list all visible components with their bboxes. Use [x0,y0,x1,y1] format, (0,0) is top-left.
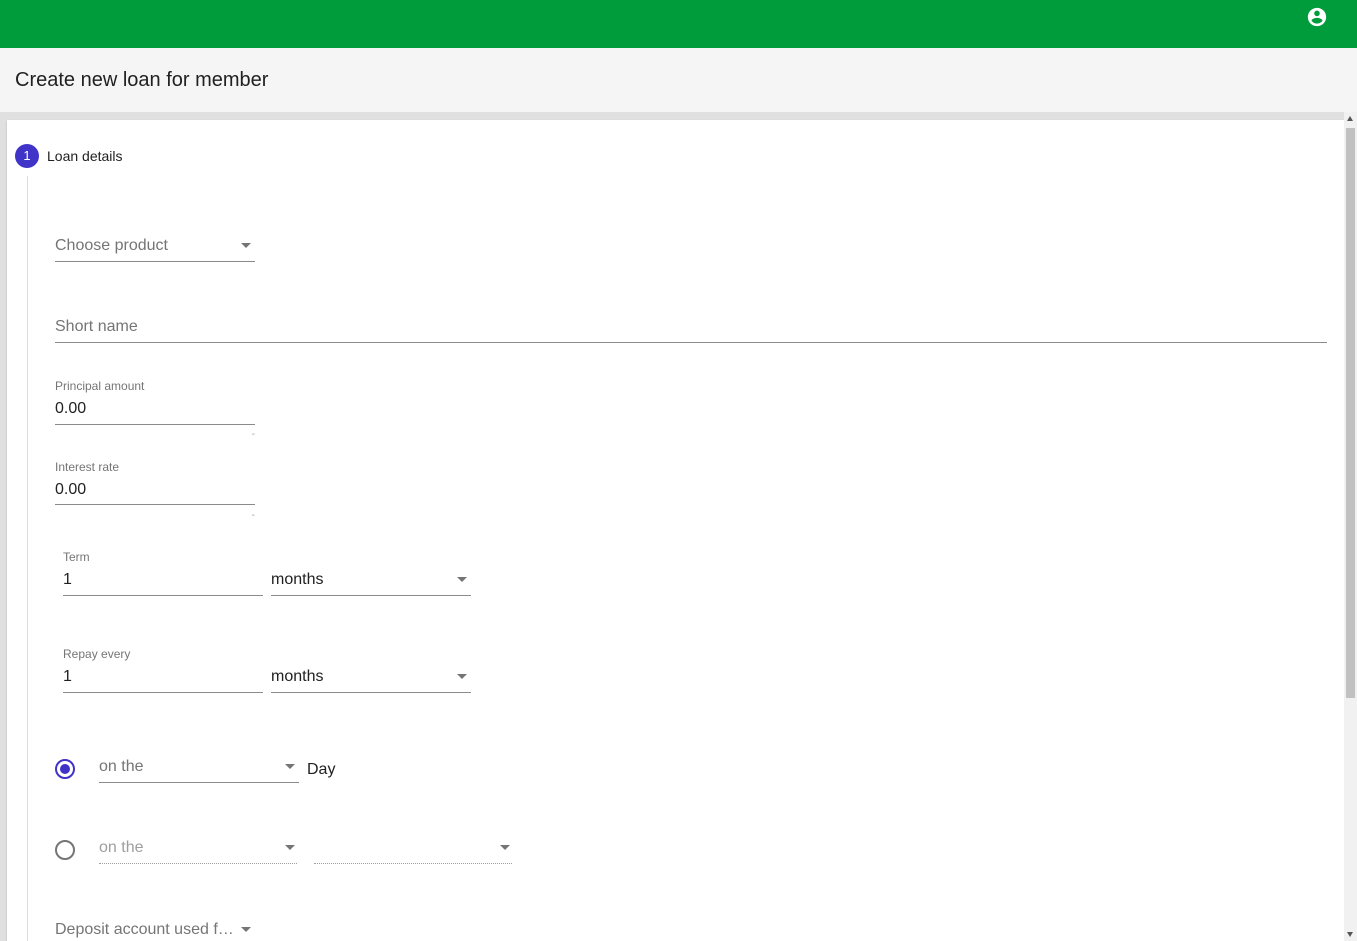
principal-amount-underline [55,424,255,425]
short-name-underline [55,342,1327,343]
principal-amount-label: Principal amount [55,379,145,393]
repay-on-day-radio[interactable] [55,759,75,779]
repay-day-suffix: Day [307,761,336,778]
deposit-account-placeholder: Deposit account used for… [55,921,235,938]
term-value: 1 [63,571,72,588]
scrollbar-thumb[interactable] [1346,128,1355,698]
product-select[interactable]: Choose product [55,234,255,264]
interest-rate-input[interactable]: Interest rate 0.00 - [55,459,255,521]
repay-ordinal-placeholder: on the [99,839,144,856]
page-title: Create new loan for member [15,69,269,91]
term-underline [63,595,263,596]
repay-weekday-select [314,836,512,866]
term-unit-select[interactable]: months [271,568,471,598]
repay-unit-select[interactable]: months [271,665,471,695]
chevron-down-icon [500,845,510,850]
interest-rate-value: 0.00 [55,481,87,498]
chevron-down-icon [241,927,251,932]
repay-day-select[interactable]: on the [99,755,299,785]
repay-on-weekday-radio[interactable] [55,840,75,860]
interest-rate-underline [55,504,255,505]
repay-every-value: 1 [63,668,72,685]
principal-amount-input[interactable]: Principal amount 0.00 - [55,378,255,440]
page-scrollbar[interactable] [1344,112,1357,941]
repay-every-input[interactable]: Repay every 1 [63,646,263,694]
account-circle-icon[interactable] [1306,6,1328,28]
chevron-down-icon [457,577,467,582]
scroll-down-arrow-icon[interactable] [1347,932,1353,937]
step-connector-line [27,176,28,941]
repay-unit-underline [271,692,471,693]
chevron-down-icon [285,764,295,769]
term-label: Term [63,550,90,564]
principal-amount-hint: - [251,429,255,440]
repay-day-placeholder: on the [99,758,144,775]
interest-rate-hint: - [251,510,255,521]
repay-every-underline [63,692,263,693]
term-unit-value: months [271,571,324,588]
step-label[interactable]: Loan details [47,148,123,164]
term-unit-underline [271,595,471,596]
deposit-account-select[interactable]: Deposit account used for… [55,918,255,941]
product-select-placeholder: Choose product [55,237,168,254]
chevron-down-icon [241,243,251,248]
repay-ordinal-select: on the [99,836,297,866]
interest-rate-label: Interest rate [55,460,120,474]
chevron-down-icon [457,674,467,679]
short-name-placeholder: Short name [55,318,138,335]
repay-unit-value: months [271,668,324,685]
chevron-down-icon [285,845,295,850]
repay-ordinal-underline [99,863,297,864]
step-number-badge[interactable]: 1 [15,144,39,168]
scroll-up-arrow-icon[interactable] [1347,116,1353,121]
term-input[interactable]: Term 1 [63,549,263,597]
repay-weekday-underline [314,863,512,864]
loan-form-card: 1 Loan details Choose product Short name… [7,120,1344,941]
product-select-underline [55,261,255,262]
top-app-bar [0,0,1357,48]
repay-day-underline [99,782,299,783]
repay-every-label: Repay every [63,647,131,661]
short-name-input[interactable]: Short name [55,315,1327,345]
principal-amount-value: 0.00 [55,400,87,417]
